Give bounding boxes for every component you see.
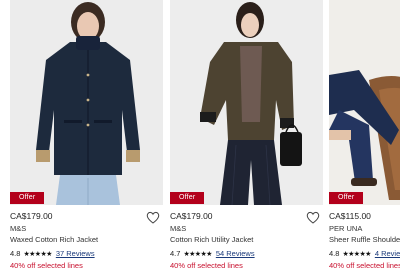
product-image[interactable]: Offer bbox=[10, 0, 163, 205]
product-photo-sheer-ruffle bbox=[329, 0, 400, 205]
product-image[interactable]: Offer bbox=[329, 0, 400, 205]
product-card-waxed-jacket[interactable]: Offer CA$179.00 M&S Waxed Cotton Rich Ja… bbox=[10, 0, 163, 272]
rating-stars-icon: ★★★★★ bbox=[23, 250, 52, 258]
product-brand: PER UNA bbox=[329, 224, 363, 233]
offer-badge: Offer bbox=[329, 192, 364, 204]
reviews-link[interactable]: 37 Reviews bbox=[56, 249, 95, 258]
product-name[interactable]: Cotton Rich Utility Jacket bbox=[170, 235, 253, 244]
product-photo-waxed-jacket bbox=[10, 0, 163, 205]
product-image[interactable]: Offer bbox=[170, 0, 323, 205]
rating-row: 4.8 ★★★★★ 37 Reviews bbox=[10, 249, 95, 258]
product-price: CA$115.00 bbox=[329, 211, 371, 221]
rating-stars-icon: ★★★★★ bbox=[183, 250, 212, 258]
product-price: CA$179.00 bbox=[10, 211, 53, 221]
reviews-link[interactable]: 4 Revie bbox=[375, 249, 400, 258]
reviews-link[interactable]: 54 Reviews bbox=[216, 249, 255, 258]
product-brand: M&S bbox=[170, 224, 187, 233]
promo-text[interactable]: 40% off selected lines bbox=[170, 261, 243, 270]
product-photo-utility-jacket bbox=[170, 0, 323, 205]
rating-row: 4.7 ★★★★★ 54 Reviews bbox=[170, 249, 255, 258]
rating-stars-icon: ★★★★★ bbox=[342, 250, 371, 258]
product-name[interactable]: Waxed Cotton Rich Jacket bbox=[10, 235, 98, 244]
product-brand: M&S bbox=[10, 224, 27, 233]
product-card-utility-jacket[interactable]: Offer CA$179.00 M&S Cotton Rich Utility … bbox=[170, 0, 323, 272]
product-grid: Offer CA$179.00 M&S Waxed Cotton Rich Ja… bbox=[0, 0, 400, 272]
rating-value: 4.8 bbox=[10, 249, 21, 258]
promo-text[interactable]: 40% off selected lines bbox=[329, 261, 400, 270]
product-price: CA$179.00 bbox=[170, 211, 213, 221]
heart-outline-icon[interactable] bbox=[146, 211, 160, 224]
product-name[interactable]: Sheer Ruffle Shoulder bbox=[329, 235, 400, 244]
offer-badge: Offer bbox=[10, 192, 45, 204]
rating-row: 4.8 ★★★★★ 4 Revie bbox=[329, 249, 400, 258]
rating-value: 4.7 bbox=[170, 249, 181, 258]
product-card-sheer-ruffle[interactable]: Offer CA$115.00 PER UNA Sheer Ruffle Sho… bbox=[329, 0, 400, 272]
rating-value: 4.8 bbox=[329, 249, 340, 258]
offer-badge: Offer bbox=[170, 192, 205, 204]
promo-text[interactable]: 40% off selected lines bbox=[10, 261, 83, 270]
heart-outline-icon[interactable] bbox=[306, 211, 320, 224]
